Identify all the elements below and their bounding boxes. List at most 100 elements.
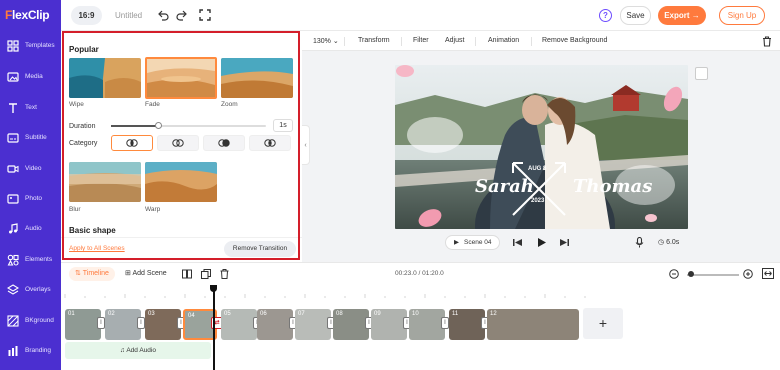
templates-icon	[7, 40, 19, 52]
sidebar-item-label: Overlays	[25, 286, 51, 293]
background-icon	[7, 315, 19, 327]
sidebar-item-media[interactable]: Media	[0, 65, 61, 93]
sidebar-item-video[interactable]: Video	[0, 157, 61, 185]
outline-circles-icon	[172, 139, 184, 147]
basic-shape-heading: Basic shape	[69, 226, 116, 235]
previous-icon[interactable]	[512, 237, 523, 248]
sidebar-item-audio[interactable]: Audio	[0, 217, 61, 245]
filled-left-circles-icon	[218, 139, 230, 147]
transition-zoom[interactable]	[221, 58, 293, 98]
zoom-out-icon[interactable]	[669, 269, 679, 279]
add-scene-button[interactable]: ⊞ Add Scene	[125, 269, 167, 277]
scene-clip[interactable]: 01	[65, 309, 101, 340]
transition-marker[interactable]: I	[137, 317, 145, 329]
zoom-in-icon[interactable]	[743, 269, 753, 279]
add-audio-button[interactable]: ♫ Add Audio	[65, 342, 211, 359]
sidebar-item-photo[interactable]: Photo	[0, 187, 61, 215]
divider	[475, 37, 476, 46]
sidebar-item-templates[interactable]: Templates	[0, 34, 61, 62]
divider	[531, 37, 532, 46]
collapse-panel-handle[interactable]: ‹	[302, 125, 310, 165]
sign-up-button[interactable]: Sign Up	[719, 6, 765, 25]
playback-controls: ▶ Scene 04	[445, 235, 690, 251]
microphone-icon[interactable]	[634, 237, 645, 248]
sidebar-item-label: Audio	[25, 225, 42, 232]
project-title[interactable]: Untitled	[115, 11, 142, 20]
scene-clip[interactable]: 10	[409, 309, 445, 340]
timeline-tab[interactable]: ⇅ Timeline	[69, 267, 115, 281]
playhead-handle[interactable]	[210, 285, 217, 292]
add-clip-button[interactable]: +	[583, 308, 623, 339]
trash-icon[interactable]	[762, 36, 772, 47]
category-all-button[interactable]	[111, 135, 153, 151]
sidebar-item-overlays[interactable]: Overlays	[0, 278, 61, 306]
duration-slider[interactable]	[111, 122, 266, 129]
category-left-button[interactable]	[203, 135, 245, 151]
apply-to-all-scenes-link[interactable]: Apply to All Scenes	[69, 245, 125, 252]
arrow-right-icon: →	[691, 11, 700, 20]
sidebar-item-subtitle[interactable]: Subtitle	[0, 126, 61, 154]
remove-transition-button[interactable]: Remove Transition	[224, 241, 296, 257]
scene-clip[interactable]: 03	[145, 309, 181, 340]
next-icon[interactable]	[559, 237, 570, 248]
scene-clip[interactable]: 05	[221, 309, 257, 340]
scene-clip[interactable]: 08	[333, 309, 369, 340]
scene-clip[interactable]: 02	[105, 309, 141, 340]
redo-icon[interactable]	[176, 9, 188, 21]
name-left: Sarah	[475, 176, 534, 197]
category-outline-button[interactable]	[157, 135, 199, 151]
transform-button[interactable]: Transform	[358, 37, 390, 44]
transition-fade[interactable]	[145, 57, 217, 99]
adjust-button[interactable]: Adjust	[445, 37, 464, 44]
subtitle-icon	[7, 133, 19, 143]
scene-clip[interactable]: 06	[257, 309, 293, 340]
duration-value[interactable]: 1s	[273, 119, 293, 132]
remove-background-button[interactable]: Remove Background	[542, 37, 607, 44]
duration-slider-handle[interactable]	[154, 122, 162, 129]
sidebar-item-text[interactable]: Text	[0, 96, 61, 124]
transition-wipe[interactable]	[69, 58, 141, 98]
save-button[interactable]: Save	[620, 6, 651, 25]
transition-marker[interactable]: I	[441, 317, 449, 329]
transition-marker[interactable]: I	[97, 317, 105, 329]
flexclip-logo[interactable]: FlexClip	[5, 8, 61, 22]
scene-selector[interactable]: ▶ Scene 04	[445, 235, 500, 250]
video-canvas[interactable]: Sarah Thomas AUG 8 2023	[395, 65, 688, 229]
sidebar-item-background[interactable]: BKground	[0, 309, 61, 337]
animation-button[interactable]: Animation	[488, 37, 519, 44]
category-label: Category	[69, 140, 98, 147]
scene-clip[interactable]: 11	[449, 309, 485, 340]
layers-icon[interactable]	[695, 67, 708, 80]
split-icon[interactable]	[182, 269, 192, 279]
help-icon[interactable]: ?	[599, 9, 612, 22]
sidebar-item-label: Templates	[25, 42, 55, 49]
scene-clip[interactable]: 12	[487, 309, 579, 340]
undo-icon[interactable]	[157, 9, 169, 21]
transition-label: Wipe	[69, 101, 84, 108]
sidebar-item-elements[interactable]: Elements	[0, 248, 61, 276]
timeline-zoom-handle[interactable]	[688, 271, 694, 277]
scene-clip[interactable]: 07	[295, 309, 331, 340]
fullscreen-icon[interactable]	[199, 9, 211, 21]
branding-icon	[8, 346, 18, 356]
timeline-zoom-slider[interactable]	[687, 274, 739, 276]
top-bar: 16:9 Untitled ? Save Export → Sign Up	[61, 0, 780, 31]
sidebar-item-branding[interactable]: Branding	[0, 339, 61, 367]
left-sidebar: FlexClip Templates Media Text Subtitle V…	[0, 0, 61, 370]
fit-timeline-icon[interactable]	[762, 268, 774, 279]
filter-button[interactable]: Filter	[413, 37, 429, 44]
play-icon[interactable]	[536, 237, 547, 248]
zoom-select[interactable]: 130% ⌄	[313, 37, 339, 45]
playhead[interactable]	[213, 285, 215, 370]
transition-blur[interactable]	[69, 162, 141, 202]
delete-icon[interactable]	[220, 269, 229, 279]
duplicate-icon[interactable]	[201, 269, 211, 279]
scene-clip[interactable]: 09	[371, 309, 407, 340]
category-right-button[interactable]	[249, 135, 291, 151]
aspect-ratio-button[interactable]: 16:9	[71, 6, 102, 25]
divider	[401, 37, 402, 46]
transition-warp[interactable]	[145, 162, 217, 202]
timeline-ruler[interactable]	[61, 286, 780, 298]
export-button[interactable]: Export →	[658, 6, 706, 25]
duration-slider-fill	[111, 125, 158, 127]
